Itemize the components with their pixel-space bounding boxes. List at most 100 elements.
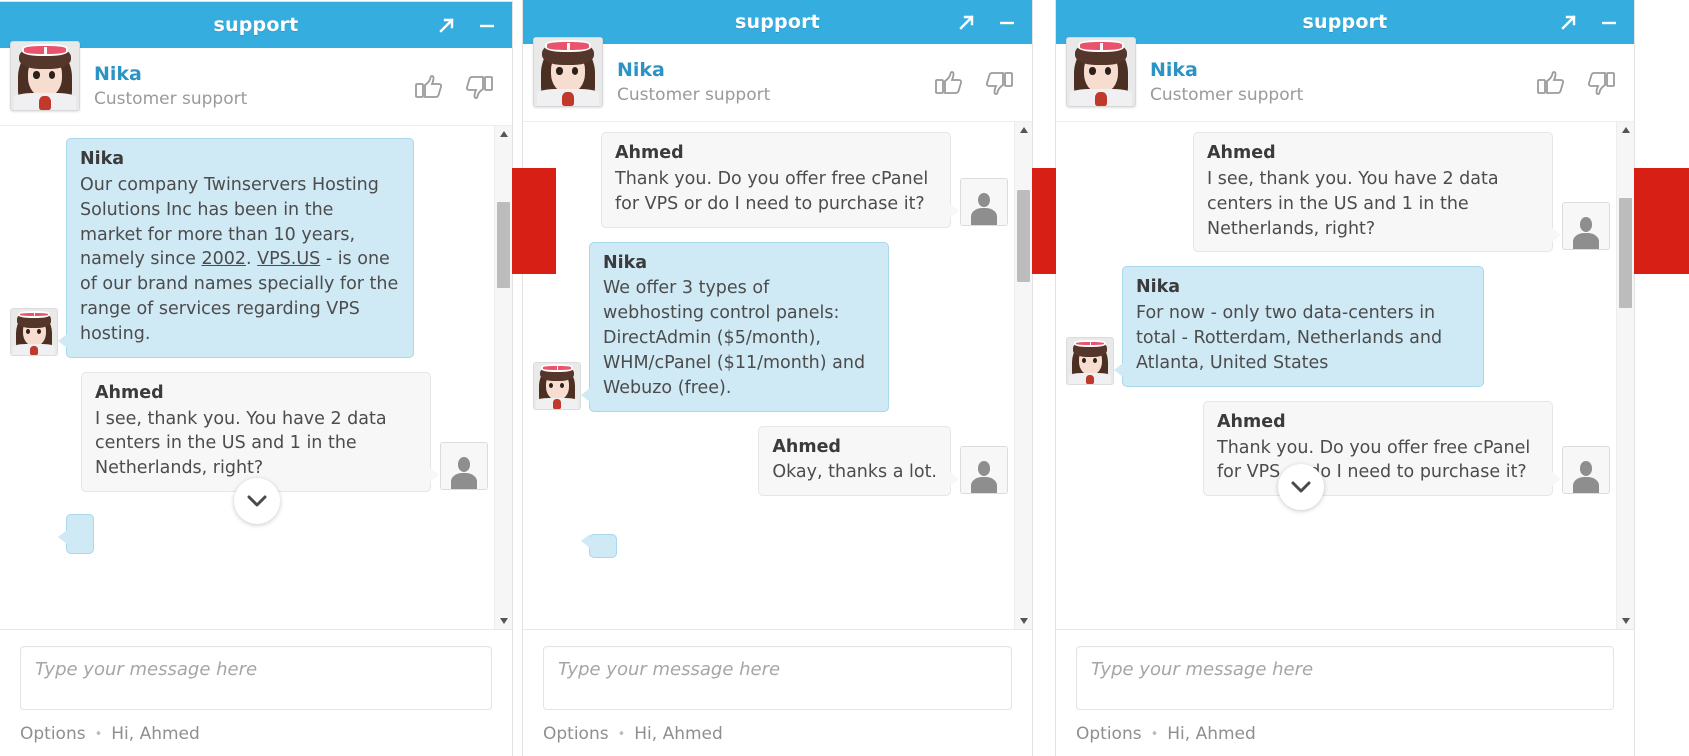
user-mini-avatar [960, 177, 1008, 226]
expand-arrow-icon[interactable] [436, 14, 458, 36]
caret-up-icon[interactable] [499, 126, 509, 142]
scrollbar-track[interactable] [1015, 138, 1032, 613]
chat-widget-1: support Nika Customer support Nika Our c… [0, 2, 512, 756]
thumbs-up-icon[interactable] [932, 67, 966, 99]
chat-title: support [735, 11, 820, 33]
minimize-icon[interactable] [1598, 11, 1620, 33]
message-row: Ahmed Thank you. Do you offer free cPane… [1066, 400, 1610, 497]
scrollbar-thumb[interactable] [1017, 190, 1030, 282]
thumbs-down-icon[interactable] [982, 67, 1016, 99]
caret-up-icon[interactable] [1621, 122, 1631, 138]
rating-controls [1534, 67, 1618, 99]
chevron-down-icon [247, 495, 267, 507]
options-link[interactable]: Options [20, 724, 86, 744]
screenshot-stage: support Nika Customer support Nika Our c… [0, 0, 1689, 756]
message-scroll-content: Nika Our company Twinservers Hosting Sol… [0, 126, 494, 629]
widget-footer: Options • Hi, Ahmed [0, 718, 512, 756]
agent-avatar [533, 36, 603, 107]
footer-separator: • [617, 726, 626, 742]
titlebar-actions [436, 2, 498, 48]
thumbs-up-icon[interactable] [1534, 67, 1568, 99]
message-input[interactable]: Type your message here [1076, 646, 1614, 710]
options-link[interactable]: Options [1076, 724, 1142, 744]
agent-header: Nika Customer support [0, 40, 512, 126]
message-list: Ahmed I see, thank you. You have 2 data … [1056, 122, 1634, 630]
user-mini-avatar [1562, 202, 1610, 251]
options-link[interactable]: Options [543, 724, 609, 744]
bubble-author: Nika [80, 149, 125, 169]
bubble-text: Thank you. Do you offer free cPanel for … [1217, 437, 1531, 483]
chat-title: support [213, 14, 299, 36]
expand-arrow-icon[interactable] [1558, 11, 1580, 33]
bubble-text: I see, thank you. You have 2 data center… [1207, 168, 1499, 239]
message-row [533, 510, 1008, 559]
titlebar-actions [956, 0, 1018, 44]
chat-bubble-user: Ahmed Thank you. Do you offer free cPane… [1203, 400, 1561, 497]
agent-name: Nika [617, 59, 665, 81]
message-row: Nika We offer 3 types of webhosting cont… [533, 241, 1008, 412]
minimize-icon[interactable] [996, 11, 1018, 33]
scroll-to-bottom-button[interactable] [234, 478, 280, 524]
agent-avatar [1066, 36, 1136, 107]
message-scrollbar[interactable] [494, 126, 512, 629]
footer-separator: • [94, 726, 103, 742]
caret-down-icon[interactable] [1621, 613, 1631, 629]
chat-title: support [1302, 11, 1388, 33]
agent-header: Nika Customer support [523, 36, 1032, 122]
chat-bubble-user: Ahmed I see, thank you. You have 2 data … [81, 371, 439, 493]
message-scrollbar[interactable] [1014, 122, 1032, 629]
agent-name: Nika [94, 63, 142, 85]
message-input[interactable]: Type your message here [20, 646, 492, 710]
thumbs-up-icon[interactable] [412, 71, 446, 103]
chat-bubble-user: Ahmed I see, thank you. You have 2 data … [1193, 132, 1561, 253]
message-row: Ahmed Thank you. Do you offer free cPane… [533, 132, 1008, 228]
bubble-text: Thank you. Do you offer free cPanel for … [615, 168, 929, 214]
bubble-text: Our company Twinservers Hosting Solution… [80, 174, 399, 344]
thumbs-down-icon[interactable] [462, 71, 496, 103]
footer-greeting: Hi, Ahmed [634, 724, 723, 744]
bubble-text: For now - only two data-centers in total… [1136, 303, 1443, 373]
chat-bubble-agent [57, 514, 94, 555]
bubble-author: Ahmed [1207, 143, 1276, 163]
agent-meta: Nika Customer support [94, 63, 247, 110]
user-mini-avatar [440, 442, 488, 491]
rating-controls [932, 67, 1016, 99]
minimize-icon[interactable] [476, 14, 498, 36]
bubble-author: Nika [1136, 277, 1181, 298]
chat-titlebar: support [1056, 0, 1634, 44]
message-scroll-content: Ahmed I see, thank you. You have 2 data … [1056, 122, 1616, 629]
expand-arrow-icon[interactable] [956, 11, 978, 33]
annotation-red-bar-2 [1032, 168, 1056, 274]
inline-link-vpsus[interactable]: VPS.US [257, 249, 320, 269]
message-row: Ahmed I see, thank you. You have 2 data … [10, 371, 488, 493]
agent-role: Customer support [1150, 84, 1304, 105]
caret-down-icon[interactable] [1019, 613, 1029, 629]
scrollbar-track[interactable] [1617, 138, 1634, 613]
widget-footer: Options • Hi, Ahmed [1056, 718, 1634, 756]
scrollbar-track[interactable] [495, 142, 512, 613]
scroll-to-bottom-button[interactable] [1278, 464, 1324, 510]
scrollbar-thumb[interactable] [497, 202, 510, 288]
composer: Type your message here [1056, 630, 1634, 718]
agent-role: Customer support [617, 84, 771, 105]
scrollbar-thumb[interactable] [1619, 198, 1632, 308]
agent-meta: Nika Customer support [1150, 59, 1303, 106]
caret-down-icon[interactable] [499, 613, 509, 629]
message-row: Ahmed I see, thank you. You have 2 data … [1066, 132, 1610, 253]
annotation-red-bar-3 [1634, 168, 1689, 274]
chat-bubble-user: Ahmed Okay, thanks a lot. [758, 425, 959, 497]
annotation-red-bar-1 [512, 168, 556, 274]
inline-link-2002[interactable]: 2002 [201, 249, 246, 269]
bubble-text: I see, thank you. You have 2 data center… [95, 408, 387, 479]
thumbs-down-icon[interactable] [1584, 67, 1618, 99]
message-scroll-content: Ahmed Thank you. Do you offer free cPane… [523, 122, 1014, 629]
message-scrollbar[interactable] [1616, 122, 1634, 629]
user-mini-avatar [960, 446, 1008, 495]
user-mini-avatar [1562, 446, 1610, 495]
agent-mini-avatar [533, 361, 581, 410]
caret-up-icon[interactable] [1019, 122, 1029, 138]
agent-meta: Nika Customer support [617, 59, 770, 106]
message-input[interactable]: Type your message here [543, 646, 1012, 710]
agent-mini-avatar [1066, 336, 1114, 385]
message-row: Ahmed Okay, thanks a lot. [533, 425, 1008, 497]
